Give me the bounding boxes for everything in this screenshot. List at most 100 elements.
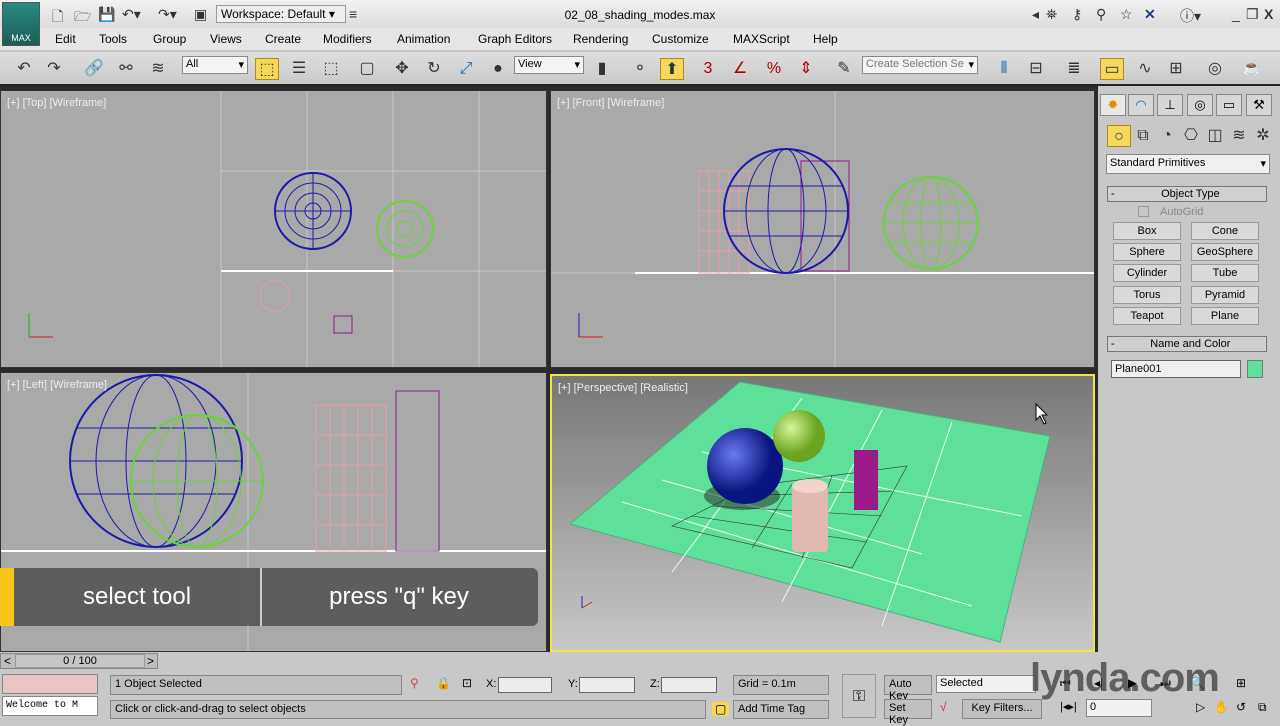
key-filters-button[interactable]: Key Filters... (962, 699, 1042, 719)
reference-coordinate-dropdown[interactable]: View ▾ (514, 56, 584, 74)
geosphere-button[interactable]: GeoSphere (1191, 243, 1259, 261)
key-mode-dropdown[interactable]: Selected (936, 675, 1036, 693)
pyramid-button[interactable]: Pyramid (1191, 286, 1259, 304)
time-next-icon[interactable]: > (147, 654, 154, 668)
close-icon[interactable]: X (1264, 6, 1273, 22)
viewport-label-top[interactable]: [+] [Top] [Wireframe] (7, 97, 106, 109)
helpers-icon[interactable]: ◫ (1203, 125, 1227, 147)
object-type-rollout-header[interactable]: - Object Type (1107, 186, 1267, 202)
menu-tools[interactable]: Tools (99, 32, 127, 46)
auto-key-button[interactable]: Auto Key (884, 675, 932, 702)
bind-space-warp-icon[interactable]: ≋ (146, 58, 170, 80)
modify-tab-icon[interactable]: ◠ (1128, 94, 1154, 116)
display-tab-icon[interactable]: ▭ (1216, 94, 1242, 116)
rotate-icon[interactable]: ↻ (422, 58, 446, 80)
time-slider[interactable]: < 0 / 100 > (0, 653, 158, 669)
selection-lock-icon[interactable]: 🔒 (436, 676, 451, 690)
unlink-icon[interactable]: ⚯ (114, 58, 138, 80)
menu-maxscript[interactable]: MAXScript (733, 32, 790, 46)
default-tangent-icon[interactable]: √ (940, 700, 947, 714)
link-icon[interactable]: 🔗 (82, 58, 106, 80)
menu-group[interactable]: Group (153, 32, 186, 46)
viewport-perspective[interactable]: [+] [Perspective] [Realistic] (550, 374, 1095, 652)
add-time-tag-button[interactable]: Add Time Tag (733, 700, 829, 719)
key-mode-toggle-icon[interactable]: |◂▸| (1060, 700, 1077, 713)
torus-button[interactable]: Torus (1113, 286, 1181, 304)
named-selection-set-dropdown[interactable]: Create Selection Se ▾ (862, 56, 978, 74)
menu-edit[interactable]: Edit (55, 32, 76, 46)
systems-icon[interactable]: ✲ (1251, 125, 1275, 147)
communication-center-icon[interactable]: ⚲ (1096, 6, 1106, 23)
sphere-button[interactable]: Sphere (1113, 243, 1181, 261)
rectangular-selection-icon[interactable]: ⬚ (319, 58, 343, 80)
menu-create[interactable]: Create (265, 32, 301, 46)
viewport-top[interactable]: [+] [Top] [Wireframe] (0, 90, 547, 368)
favorites-star-icon[interactable]: ☆ (1120, 6, 1133, 23)
time-tag-icon[interactable]: ▢ (712, 702, 730, 716)
scene-explorer-icon[interactable]: ▭ (1100, 58, 1124, 80)
maxscript-mini-listener[interactable]: Welcome to M (2, 696, 98, 716)
maximize-viewport-icon[interactable]: ⧉ (1258, 700, 1267, 715)
menu-modifiers[interactable]: Modifiers (323, 32, 372, 46)
orbit-icon[interactable]: ↺ (1236, 700, 1246, 714)
scale-icon[interactable]: ⤢ (454, 58, 478, 80)
window-crossing-icon[interactable]: ▢ (355, 58, 379, 80)
select-by-name-icon[interactable]: ☰ (287, 58, 311, 80)
viewport-label-front[interactable]: [+] [Front] [Wireframe] (557, 97, 664, 109)
mirror-icon[interactable]: ⫴ (992, 58, 1016, 80)
material-editor-icon[interactable]: ◎ (1203, 58, 1227, 80)
time-slider-thumb[interactable]: 0 / 100 (15, 654, 145, 668)
render-setup-icon[interactable]: ☕ (1240, 58, 1264, 80)
menu-help[interactable]: Help (813, 32, 838, 46)
absolute-mode-icon[interactable]: ⊡ (462, 676, 472, 690)
keyboard-shortcut-override-icon[interactable]: ⬆ (660, 58, 684, 80)
cylinder-button[interactable]: Cylinder (1113, 264, 1181, 282)
hierarchy-tab-icon[interactable]: ⊥ (1157, 94, 1183, 116)
undo-icon[interactable]: ↶ (12, 58, 36, 80)
set-keys-key-icon[interactable]: ⚿ (842, 674, 876, 718)
align-icon[interactable]: ⊟ (1024, 58, 1048, 80)
snaps-toggle-icon[interactable]: 3 (696, 58, 720, 80)
field-of-view-icon[interactable]: ▷ (1196, 700, 1205, 714)
space-warps-icon[interactable]: ≋ (1227, 125, 1251, 147)
percent-snap-icon[interactable]: % (762, 58, 786, 80)
menu-views[interactable]: Views (210, 32, 242, 46)
lights-icon[interactable]: ◔ (1155, 125, 1179, 147)
object-name-input[interactable] (1111, 360, 1241, 378)
menu-rendering[interactable]: Rendering (573, 32, 628, 46)
plane-button[interactable]: Plane (1191, 307, 1259, 325)
x-coordinate-input[interactable] (498, 677, 552, 693)
select-place-icon[interactable]: ● (486, 58, 510, 80)
move-icon[interactable]: ✥ (390, 58, 414, 80)
search-binoculars-icon[interactable]: ⛯ (1046, 6, 1057, 23)
isolate-selection-icon[interactable]: ⚲ (410, 676, 419, 690)
current-frame-input[interactable]: 0 (1086, 699, 1152, 717)
key-icon[interactable]: ⚷ (1072, 6, 1082, 23)
teapot-button[interactable]: Teapot (1113, 307, 1181, 325)
name-color-rollout-header[interactable]: - Name and Color (1107, 336, 1267, 352)
zoom-extents-icon[interactable]: ⊞ (1236, 676, 1246, 690)
cameras-icon[interactable]: ⎔ (1179, 125, 1203, 147)
expand-left-icon[interactable]: ◂ (1032, 6, 1039, 23)
y-coordinate-input[interactable] (579, 677, 635, 693)
create-tab-icon[interactable]: ✹ (1100, 94, 1126, 116)
viewport-label-left[interactable]: [+] [Left] [Wireframe] (7, 379, 107, 391)
selection-filter-dropdown[interactable]: All ▾ (182, 56, 248, 74)
curve-editor-icon[interactable]: ∿ (1133, 58, 1157, 80)
autogrid-checkbox[interactable] (1138, 206, 1149, 217)
pan-icon[interactable]: ✋ (1214, 700, 1229, 714)
minimize-icon[interactable]: _ (1232, 6, 1240, 22)
spinner-snap-icon[interactable]: ⇕ (794, 58, 818, 80)
app-menu-button[interactable]: MAX (2, 2, 40, 46)
select-manipulate-icon[interactable]: ⚬ (628, 58, 652, 80)
set-key-button[interactable]: Set Key (884, 699, 932, 726)
tube-button[interactable]: Tube (1191, 264, 1259, 282)
viewport-label-perspective[interactable]: [+] [Perspective] [Realistic] (558, 382, 688, 394)
select-object-icon[interactable]: ⬚ (255, 58, 279, 80)
cone-button[interactable]: Cone (1191, 222, 1259, 240)
time-prev-icon[interactable]: < (4, 654, 11, 668)
motion-tab-icon[interactable]: ◎ (1187, 94, 1213, 116)
z-coordinate-input[interactable] (661, 677, 717, 693)
geometry-icon[interactable]: ○ (1107, 125, 1131, 147)
angle-snap-icon[interactable]: ∠ (728, 58, 752, 80)
